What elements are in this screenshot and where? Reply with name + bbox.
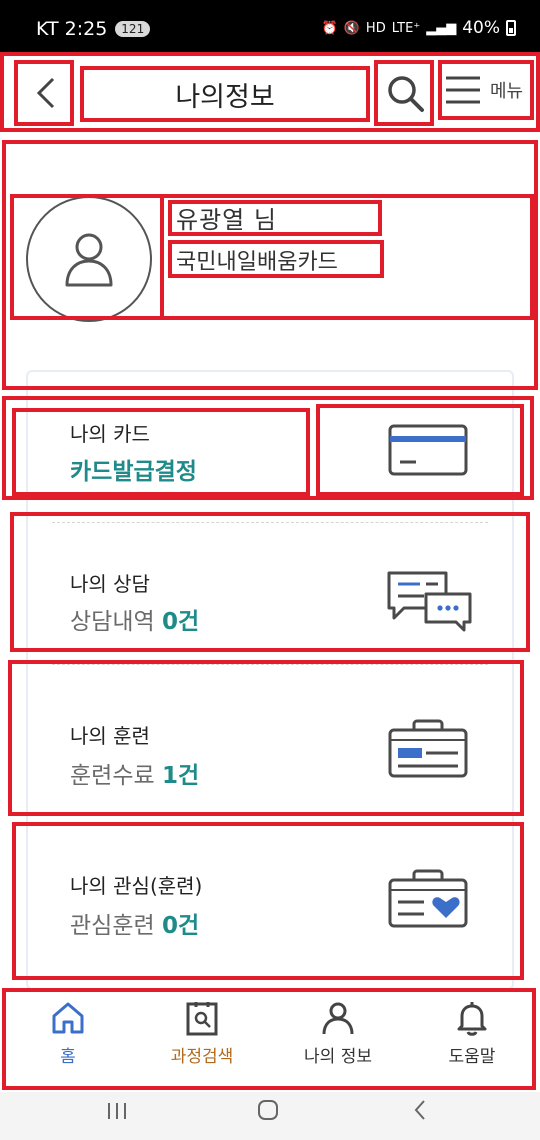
bell-icon bbox=[457, 1002, 487, 1036]
interest-training[interactable]: 관심훈련 0건 bbox=[70, 906, 199, 940]
document-search-icon bbox=[186, 1002, 218, 1036]
my-training-icon-button[interactable] bbox=[388, 718, 468, 784]
my-counsel-icon-button[interactable] bbox=[386, 570, 474, 636]
back-icon bbox=[36, 77, 55, 109]
card-type-label: 국민내일배움카드 bbox=[176, 250, 338, 275]
hd-icon: HD bbox=[365, 20, 386, 36]
my-card-icon-button[interactable] bbox=[388, 422, 468, 482]
alarm-icon: ⏰ bbox=[321, 20, 338, 36]
counsel-history[interactable]: 상담내역 0건 bbox=[70, 602, 199, 636]
training-count: 1건 bbox=[161, 763, 200, 789]
nav-my-info[interactable]: 나의 정보 bbox=[278, 1000, 398, 1080]
android-nav-bar bbox=[0, 1092, 540, 1140]
card-status[interactable]: 카드발급결정 bbox=[70, 452, 197, 486]
status-left: KT 2:25 121 bbox=[36, 18, 151, 40]
nav-course-search[interactable]: 과정검색 bbox=[142, 1000, 262, 1080]
status-bar: KT 2:25 121 ⏰ 🔇 HD LTE⁺ ▂▄▆ 40% bbox=[0, 0, 540, 52]
my-interest-title[interactable]: 나의 관심(훈련) bbox=[70, 870, 202, 899]
nav-help-label: 도움말 bbox=[448, 1047, 496, 1067]
network-type: LTE⁺ bbox=[391, 20, 421, 36]
search-icon bbox=[388, 76, 424, 112]
counsel-history-label: 상담내역 bbox=[70, 609, 155, 635]
credit-card-icon bbox=[388, 424, 468, 476]
notification-count-badge: 121 bbox=[115, 21, 151, 37]
signal-icon: ▂▄▆ bbox=[426, 20, 457, 36]
page-title: 나의정보 bbox=[175, 81, 275, 113]
nav-home-label: 홈 bbox=[60, 1047, 76, 1067]
divider bbox=[52, 814, 488, 815]
menu-button[interactable]: 메뉴 bbox=[438, 60, 534, 120]
home-nav-icon[interactable] bbox=[256, 1098, 280, 1122]
my-training-title[interactable]: 나의 훈련 bbox=[70, 720, 150, 749]
nav-home[interactable]: 홈 bbox=[8, 1000, 128, 1080]
my-interest-icon-button[interactable] bbox=[388, 868, 468, 934]
interest-training-label: 관심훈련 bbox=[70, 913, 155, 939]
training-completed-label: 훈련수료 bbox=[70, 763, 155, 789]
badge-heart-icon bbox=[388, 869, 468, 928]
recent-apps-icon[interactable] bbox=[106, 1100, 128, 1122]
nav-course-search-label: 과정검색 bbox=[170, 1047, 234, 1067]
interest-count: 0건 bbox=[161, 913, 200, 939]
my-counsel-title[interactable]: 나의 상담 bbox=[70, 568, 150, 597]
back-nav-icon[interactable] bbox=[410, 1098, 430, 1122]
chat-bubbles-icon bbox=[387, 571, 472, 632]
hamburger-icon bbox=[446, 76, 480, 104]
search-button[interactable] bbox=[376, 60, 434, 126]
nav-help[interactable]: 도움말 bbox=[412, 1000, 532, 1080]
user-icon bbox=[65, 233, 113, 287]
training-completed[interactable]: 훈련수료 1건 bbox=[70, 756, 199, 790]
person-icon bbox=[322, 1002, 354, 1035]
counsel-count: 0건 bbox=[161, 609, 200, 635]
menu-label: 메뉴 bbox=[490, 81, 524, 102]
profile-avatar bbox=[26, 196, 152, 322]
mute-icon: 🔇 bbox=[343, 20, 360, 36]
battery-icon bbox=[506, 20, 516, 36]
back-button[interactable] bbox=[16, 60, 74, 126]
user-name: 유광열 님 bbox=[176, 206, 277, 234]
my-card-title[interactable]: 나의 카드 bbox=[70, 418, 150, 447]
status-right: ⏰ 🔇 HD LTE⁺ ▂▄▆ 40% bbox=[322, 18, 516, 38]
home-icon bbox=[52, 1002, 84, 1034]
nav-my-info-label: 나의 정보 bbox=[304, 1047, 372, 1067]
divider bbox=[52, 522, 488, 523]
id-badge-icon bbox=[388, 719, 468, 778]
divider bbox=[52, 664, 488, 665]
battery-percent: 40% bbox=[462, 18, 500, 38]
carrier-time: KT 2:25 bbox=[36, 18, 108, 40]
